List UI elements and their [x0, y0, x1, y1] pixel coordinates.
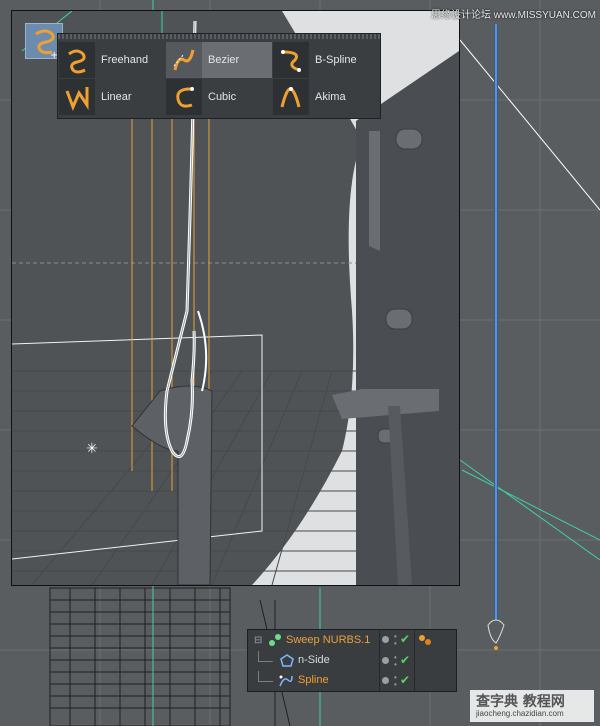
editor-render-dots[interactable]: • •	[394, 654, 397, 669]
menu-item-label: B-Spline	[315, 54, 357, 66]
watermark-top: 思缘设计论坛 www.MISSYUAN.COM	[430, 10, 596, 21]
object-name[interactable]: Sweep NURBS.1	[286, 634, 370, 646]
akima-spline-icon	[273, 79, 309, 115]
tree-connector	[258, 671, 273, 682]
editor-render-dots[interactable]: • •	[394, 633, 397, 648]
object-row-nside[interactable]: n-Side • • ✔	[248, 651, 456, 671]
object-name[interactable]: n-Side	[298, 654, 330, 666]
watermark-url: jiaocheng.chazidian.com	[476, 709, 564, 718]
sweep-nurbs-icon	[268, 633, 282, 650]
visibility-dot[interactable]	[382, 636, 389, 643]
menu-item-bspline[interactable]: B-Spline	[273, 42, 380, 78]
bspline-icon	[273, 42, 309, 78]
spline-object-icon	[278, 674, 294, 691]
visibility-dot[interactable]	[382, 677, 389, 684]
object-row-sweep-nurbs[interactable]: ⊟ Sweep NURBS.1 • • ✔	[248, 631, 456, 651]
menu-item-label: Freehand	[101, 54, 149, 66]
watermark-bottom: 查字典 教程网 jiaocheng.chazidian.com	[470, 690, 594, 722]
menu-item-bezier[interactable]: Bezier	[166, 42, 272, 78]
menu-item-linear[interactable]: Linear	[59, 79, 165, 115]
tag-icon[interactable]	[418, 633, 432, 650]
object-row-spline[interactable]: Spline • • ✔	[248, 671, 456, 691]
enabled-check-icon[interactable]: ✔	[400, 632, 410, 646]
nside-icon	[280, 654, 294, 671]
freehand-spline-icon	[59, 42, 95, 78]
editor-render-dots[interactable]: • •	[394, 674, 397, 689]
cubic-spline-icon	[166, 79, 202, 115]
menu-item-akima[interactable]: Akima	[273, 79, 380, 115]
enabled-check-icon[interactable]: ✔	[400, 653, 410, 667]
collapse-toggle-icon[interactable]: ⊟	[254, 635, 262, 646]
menu-item-label: Linear	[101, 91, 132, 103]
bezier-spline-icon	[166, 42, 202, 78]
visibility-dot[interactable]	[382, 657, 389, 664]
tree-connector	[258, 651, 273, 662]
menu-item-label: Cubic	[208, 91, 237, 103]
linear-spline-icon	[59, 79, 95, 115]
enabled-check-icon[interactable]: ✔	[400, 673, 410, 687]
menu-item-cubic[interactable]: Cubic	[166, 79, 272, 115]
spline-type-menu: Freehand Bezier B-Spline Linear Cubic Ak…	[57, 33, 381, 119]
menu-item-label: Akima	[315, 91, 346, 103]
svg-text:✳: ✳	[86, 441, 98, 457]
menu-item-label: Bezier	[208, 54, 240, 66]
object-name[interactable]: Spline	[298, 674, 329, 686]
menu-item-freehand[interactable]: Freehand	[59, 42, 165, 78]
watermark-logo: 查字典 教程网	[476, 694, 565, 710]
object-manager: ⊟ Sweep NURBS.1 • • ✔ n-Side • • ✔ Spline …	[247, 629, 457, 692]
menu-grip[interactable]	[58, 34, 380, 39]
